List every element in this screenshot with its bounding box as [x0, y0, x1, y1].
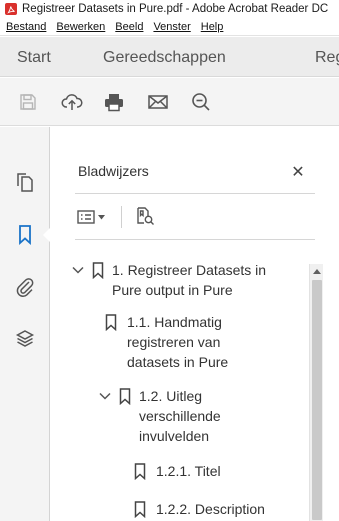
active-pane-indicator — [43, 228, 50, 242]
print-icon[interactable] — [102, 90, 126, 114]
bookmark-item[interactable]: 1.2. Uitleg verschillende invulvelden — [98, 386, 221, 446]
bookmark-tree: 1. Registreer Datasets in Pure output in… — [51, 240, 339, 521]
attachments-icon[interactable] — [13, 275, 37, 299]
bookmark-item[interactable]: 1.1. Handmatig registreren van datasets … — [98, 312, 228, 372]
page-thumbnails-icon[interactable] — [13, 171, 37, 195]
bookmark-label: 1.2.2. Description — [156, 501, 265, 517]
bookmarks-icon[interactable] — [13, 223, 37, 247]
options-menu-button[interactable] — [77, 207, 111, 227]
bookmark-label: 1. Registreer Datasets in Pure output in… — [112, 260, 266, 300]
bookmark-label: 1.2. Uitleg verschillende invulvelden — [139, 386, 221, 446]
bookmark-item[interactable]: 1.2.1. Titel — [127, 461, 221, 481]
bookmarks-panel: Bladwijzers ✕ 1. Registreer Datasets in — [51, 127, 339, 521]
chevron-down-icon[interactable] — [98, 386, 112, 406]
zoom-out-icon[interactable] — [189, 90, 213, 114]
menu-bewerken[interactable]: Bewerken — [51, 21, 110, 33]
menu-venster[interactable]: Venster — [148, 21, 195, 33]
bookmark-label-line: registreren van — [127, 334, 221, 350]
bookmark-icon — [133, 499, 147, 519]
menu-beeld[interactable]: Beeld — [110, 21, 148, 33]
bookmark-icon — [133, 461, 147, 481]
close-icon: ✕ — [291, 161, 305, 181]
bookmark-item[interactable]: 1. Registreer Datasets in Pure output in… — [71, 260, 266, 300]
window-titlebar: Registreer Datasets in Pure.pdf - Adobe … — [0, 0, 339, 18]
navigation-pane-rail — [0, 127, 50, 521]
panel-divider — [75, 193, 315, 194]
bookmark-label-line: 1.2. Uitleg — [139, 388, 203, 404]
close-panel-button[interactable]: ✕ — [288, 161, 308, 181]
menu-bar: Bestand Bewerken Beeld Venster Help — [0, 18, 339, 36]
save-icon[interactable] — [16, 90, 40, 114]
bookmark-label-line: datasets in Pure — [127, 354, 229, 370]
tab-start[interactable]: Start — [17, 49, 51, 67]
toolbar-separator — [121, 206, 122, 228]
scrollbar-thumb[interactable] — [312, 280, 322, 520]
bookmark-icon — [104, 312, 118, 332]
cloud-upload-icon[interactable] — [60, 90, 84, 114]
list-options-icon — [77, 210, 95, 224]
bookmark-icon — [118, 386, 132, 406]
tab-bar: Start Gereedschappen Registreer Datasets… — [0, 37, 339, 77]
chevron-down-icon — [98, 214, 105, 219]
main-toolbar — [0, 78, 339, 126]
scroll-up-icon[interactable] — [312, 266, 322, 276]
bookmark-item[interactable]: 1.2.2. Description — [127, 499, 265, 519]
tab-document[interactable]: Registreer Datasets in Pure.pdf — [315, 49, 339, 67]
panel-title: Bladwijzers — [78, 163, 149, 179]
bookmark-label-line: 1.1. Handmatig — [127, 314, 222, 330]
bookmark-label-line: verschillende — [139, 408, 221, 424]
layers-icon[interactable] — [13, 327, 37, 351]
bookmark-label-line: invulvelden — [139, 428, 210, 444]
bookmark-label-line: Pure output in Pure — [112, 282, 233, 298]
new-bookmark-button[interactable] — [134, 205, 156, 227]
bookmark-label-line: 1. Registreer Datasets in — [112, 262, 267, 278]
bookmark-scrollbar[interactable] — [309, 264, 323, 521]
window-title: Registreer Datasets in Pure.pdf - Adobe … — [22, 3, 329, 15]
menu-bestand[interactable]: Bestand — [0, 21, 51, 33]
menu-help[interactable]: Help — [196, 21, 229, 33]
bookmark-label: 1.2.1. Titel — [156, 463, 221, 479]
email-icon[interactable] — [146, 90, 170, 114]
bookmark-icon — [91, 260, 105, 280]
new-bookmark-icon — [137, 207, 154, 225]
bookmark-label: 1.1. Handmatig registreren van datasets … — [127, 312, 228, 372]
acrobat-pdf-icon — [5, 3, 17, 15]
tab-tools[interactable]: Gereedschappen — [103, 49, 226, 67]
chevron-down-icon[interactable] — [71, 260, 85, 280]
